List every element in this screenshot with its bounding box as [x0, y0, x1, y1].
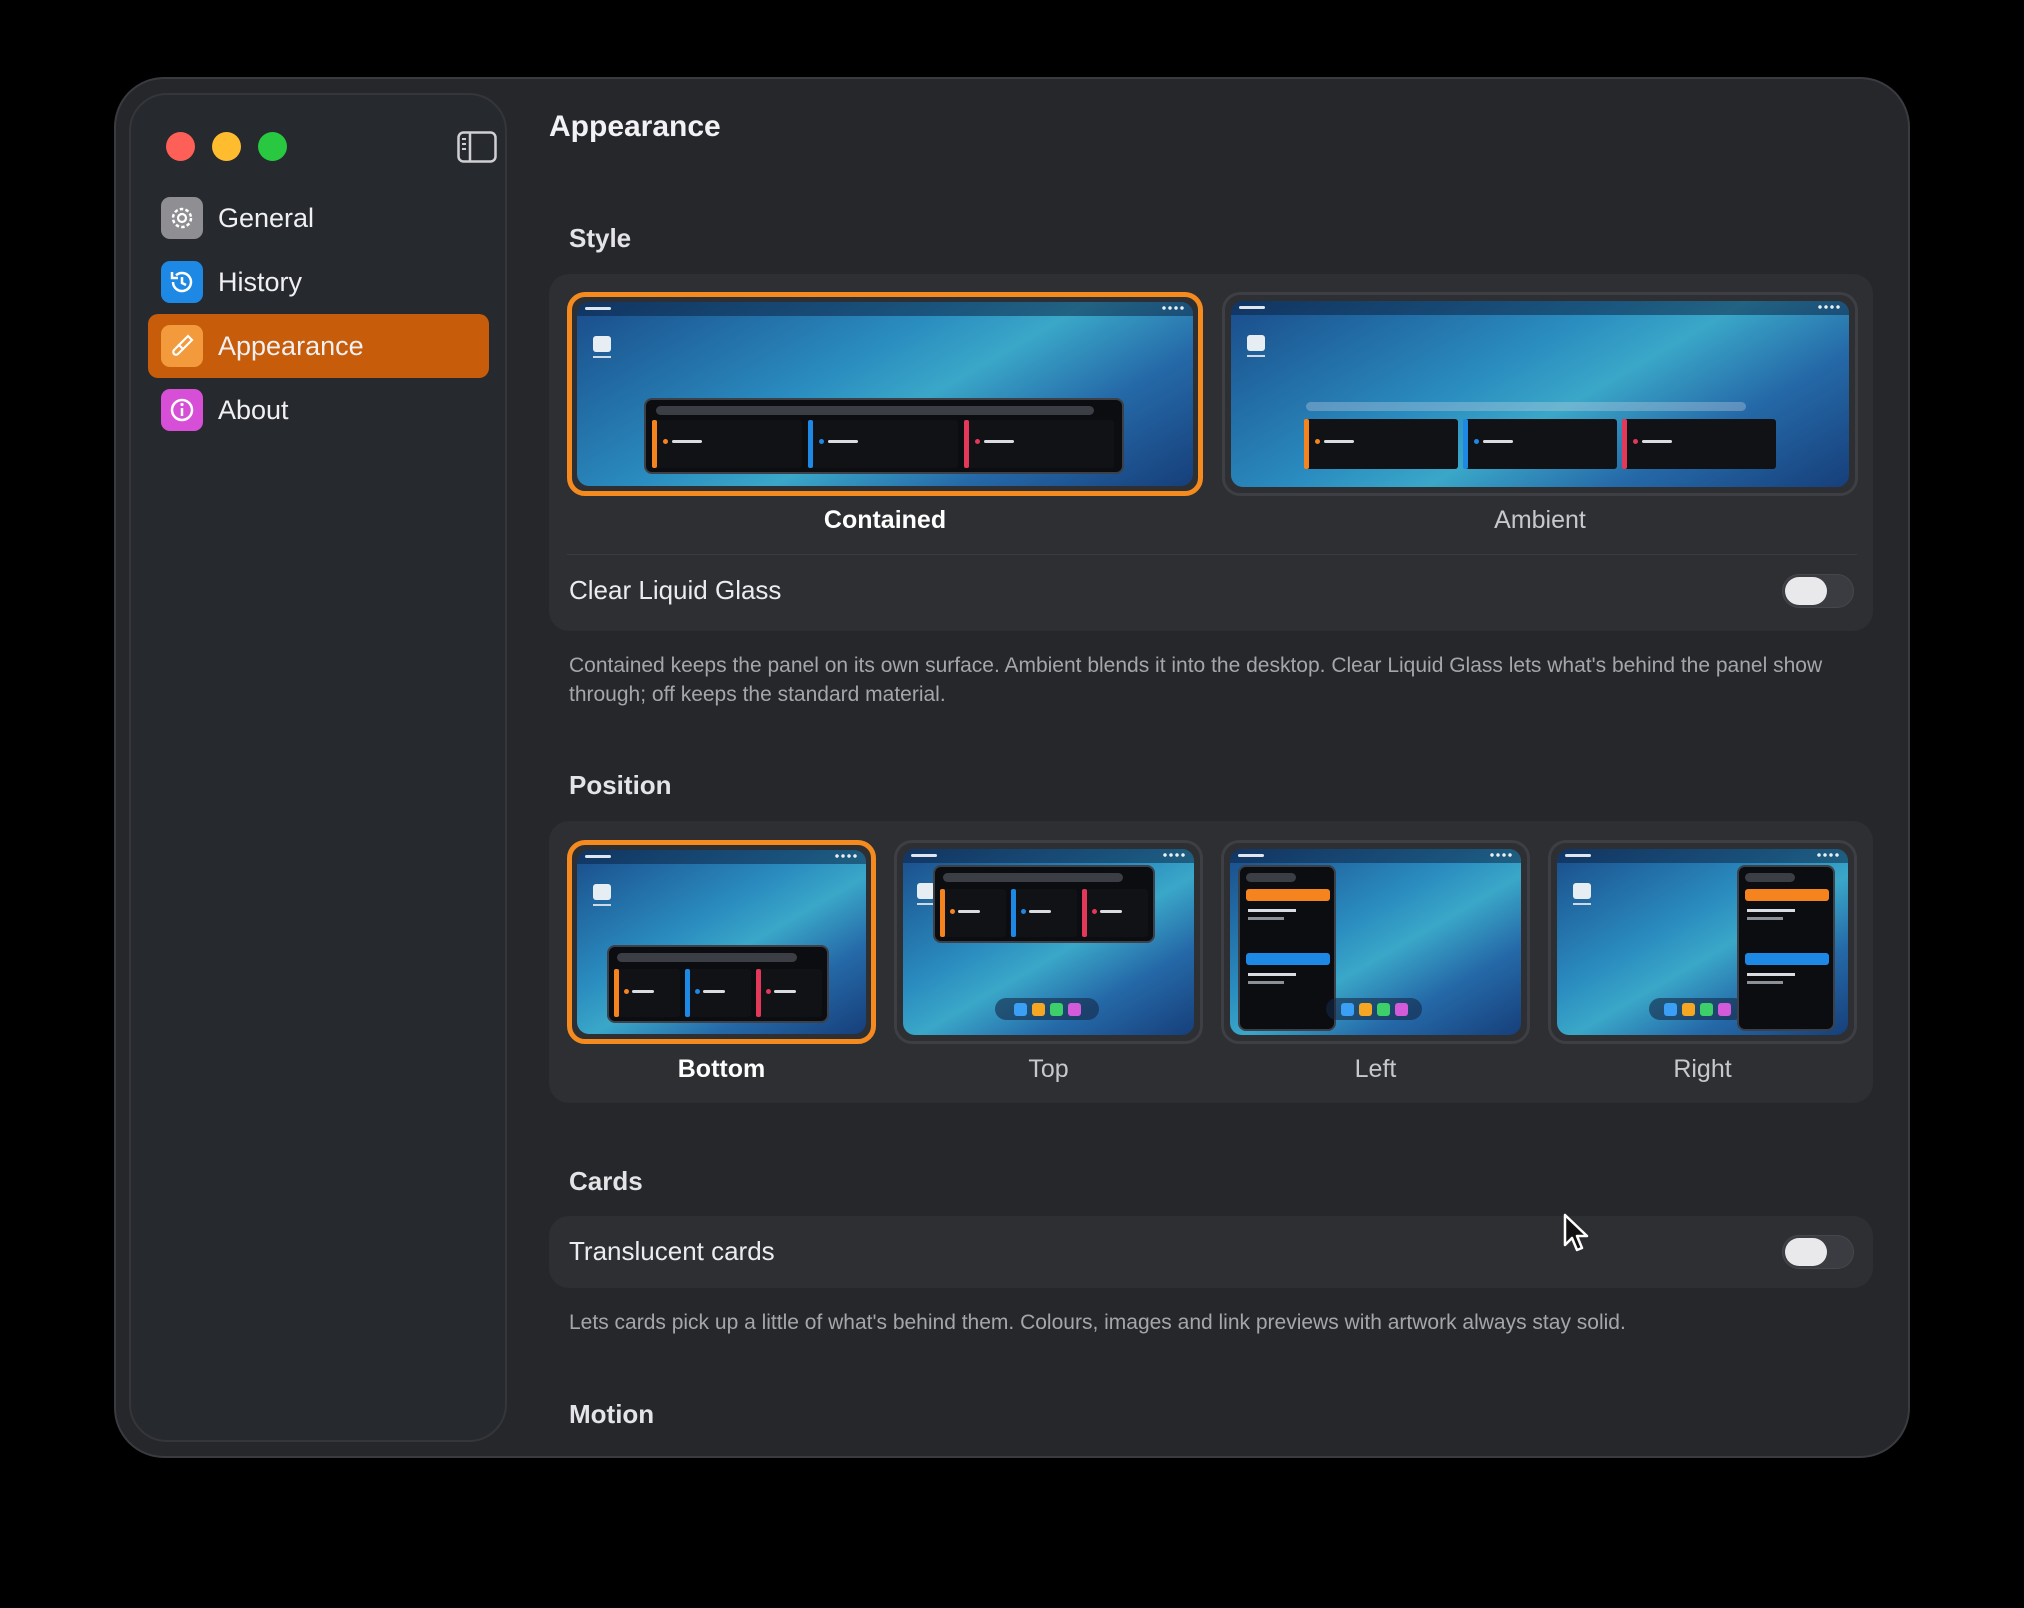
dock-preview — [1649, 998, 1745, 1020]
bottom-preview — [577, 850, 866, 1034]
dock-preview — [1326, 998, 1422, 1020]
position-option-label: Right — [1673, 1055, 1732, 1083]
style-option-contained[interactable] — [567, 292, 1203, 496]
style-heading: Style — [569, 223, 632, 253]
cards-panel: Translucent cards — [549, 1216, 1873, 1288]
position-heading: Position — [569, 770, 672, 800]
style-option-label: Ambient — [1494, 506, 1586, 534]
position-option-label: Bottom — [677, 1055, 766, 1083]
position-option-bottom[interactable] — [567, 840, 876, 1044]
style-option-label: Contained — [823, 506, 947, 534]
cards-description: Lets cards pick up a little of what's be… — [569, 1311, 1626, 1334]
divider — [567, 554, 1857, 555]
left-preview — [1230, 849, 1521, 1035]
settings-window: General History Appearance About Appeara… — [114, 77, 1910, 1458]
desktop-icon — [1573, 883, 1591, 905]
style-option-ambient[interactable] — [1222, 292, 1858, 496]
position-option-label: Left — [1354, 1055, 1397, 1083]
right-preview — [1557, 849, 1848, 1035]
cards-heading: Cards — [569, 1166, 643, 1196]
motion-heading: Motion — [569, 1399, 655, 1429]
contained-preview — [577, 302, 1193, 486]
position-panel: Bottom Top Left Right — [549, 821, 1873, 1103]
desktop-icon — [593, 336, 611, 358]
ambient-preview — [1231, 301, 1849, 487]
position-option-left[interactable] — [1221, 840, 1530, 1044]
style-panel: Contained Ambient Clear Liquid Glass — [549, 274, 1873, 631]
panel-preview — [644, 398, 1124, 474]
position-option-label: Top — [1028, 1055, 1069, 1083]
top-preview — [903, 849, 1194, 1035]
panel-preview — [933, 865, 1155, 943]
clear-liquid-glass-label: Clear Liquid Glass — [569, 575, 782, 605]
page-title: Appearance — [549, 110, 721, 143]
position-option-right[interactable] — [1548, 840, 1857, 1044]
translucent-cards-label: Translucent cards — [569, 1236, 775, 1266]
panel-preview — [607, 945, 829, 1023]
dock-preview — [995, 998, 1099, 1020]
main-content: Appearance Style Contained Ambient Clear… — [116, 79, 1908, 1456]
style-description: Contained keeps the panel on its own sur… — [569, 654, 1823, 706]
mouse-cursor-icon — [1562, 1213, 1592, 1260]
desktop-icon — [1247, 335, 1265, 357]
desktop-icon — [593, 884, 611, 906]
clear-liquid-glass-toggle[interactable] — [1782, 574, 1854, 608]
panel-preview — [1737, 865, 1835, 1031]
panel-preview — [1238, 865, 1336, 1031]
translucent-cards-toggle[interactable] — [1782, 1235, 1854, 1269]
position-option-top[interactable] — [894, 840, 1203, 1044]
